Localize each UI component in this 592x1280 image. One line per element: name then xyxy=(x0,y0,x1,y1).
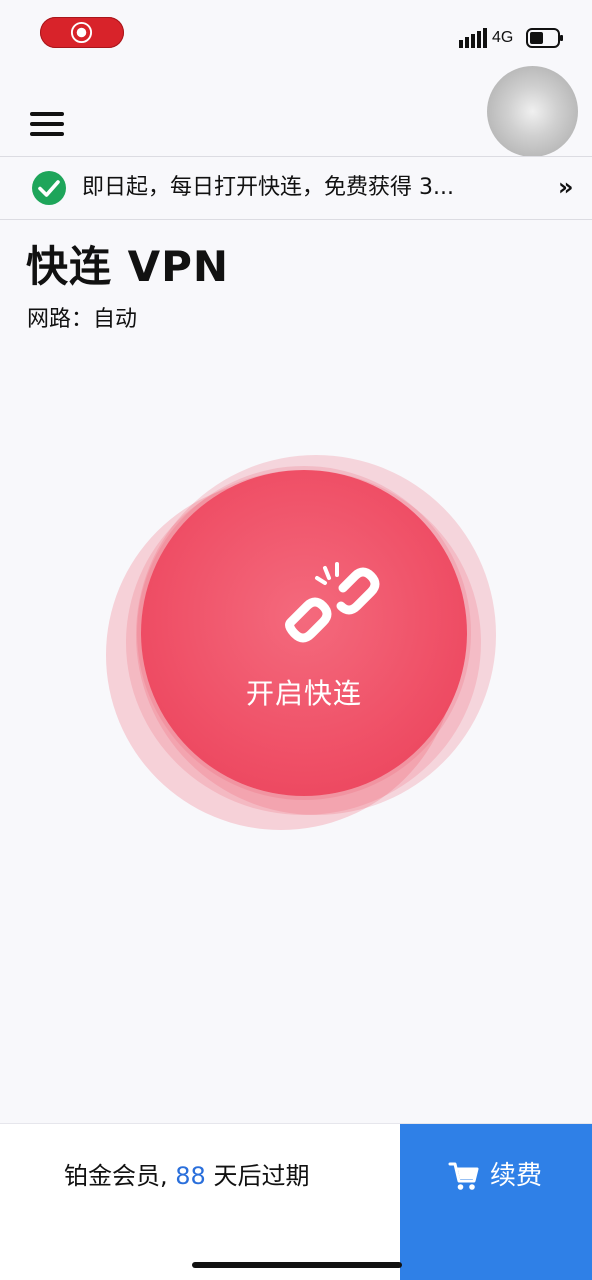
page-title: 快连 VPN xyxy=(26,242,230,291)
check-circle-icon xyxy=(32,171,66,205)
app-screen: 4G 即日起，每日打开快连，免费获得 3... » 快连 VPN 网路：自动 开… xyxy=(0,0,592,1280)
route-setting[interactable]: 网路：自动 xyxy=(27,305,137,335)
renew-button[interactable]: 续费 xyxy=(400,1124,592,1280)
chevron-right-icon[interactable]: » xyxy=(558,173,574,201)
membership-prefix: 铂金会员, xyxy=(64,1162,176,1190)
route-value: 自动 xyxy=(93,307,138,332)
battery-icon xyxy=(526,28,563,48)
signal-icon xyxy=(459,28,487,48)
avatar[interactable] xyxy=(487,66,578,157)
membership-status: 铂金会员, 88 天后过期 xyxy=(64,1160,309,1192)
home-indicator[interactable] xyxy=(192,1262,402,1268)
connect-button[interactable]: 开启快连 xyxy=(141,470,467,796)
broken-link-icon xyxy=(285,562,380,643)
screen-record-indicator[interactable] xyxy=(40,17,124,48)
membership-bar: 铂金会员, 88 天后过期 续费 xyxy=(0,1123,592,1280)
route-label: 网路： xyxy=(27,307,94,332)
network-type-label: 4G xyxy=(492,29,514,46)
connect-area: 开启快连 xyxy=(96,440,506,840)
status-bar: 4G xyxy=(0,0,592,70)
days-remaining: 88 xyxy=(175,1162,206,1190)
notice-banner[interactable]: 即日起，每日打开快连，免费获得 3... » xyxy=(0,156,592,220)
app-header xyxy=(0,66,592,157)
cart-icon xyxy=(448,1162,479,1190)
connect-label: 开启快连 xyxy=(245,677,362,710)
renew-label: 续费 xyxy=(490,1161,543,1191)
screen-record-icon xyxy=(70,21,93,44)
membership-suffix: 天后过期 xyxy=(205,1162,310,1190)
notice-text: 即日起，每日打开快连，免费获得 3... xyxy=(82,175,454,200)
menu-icon[interactable] xyxy=(30,110,66,138)
